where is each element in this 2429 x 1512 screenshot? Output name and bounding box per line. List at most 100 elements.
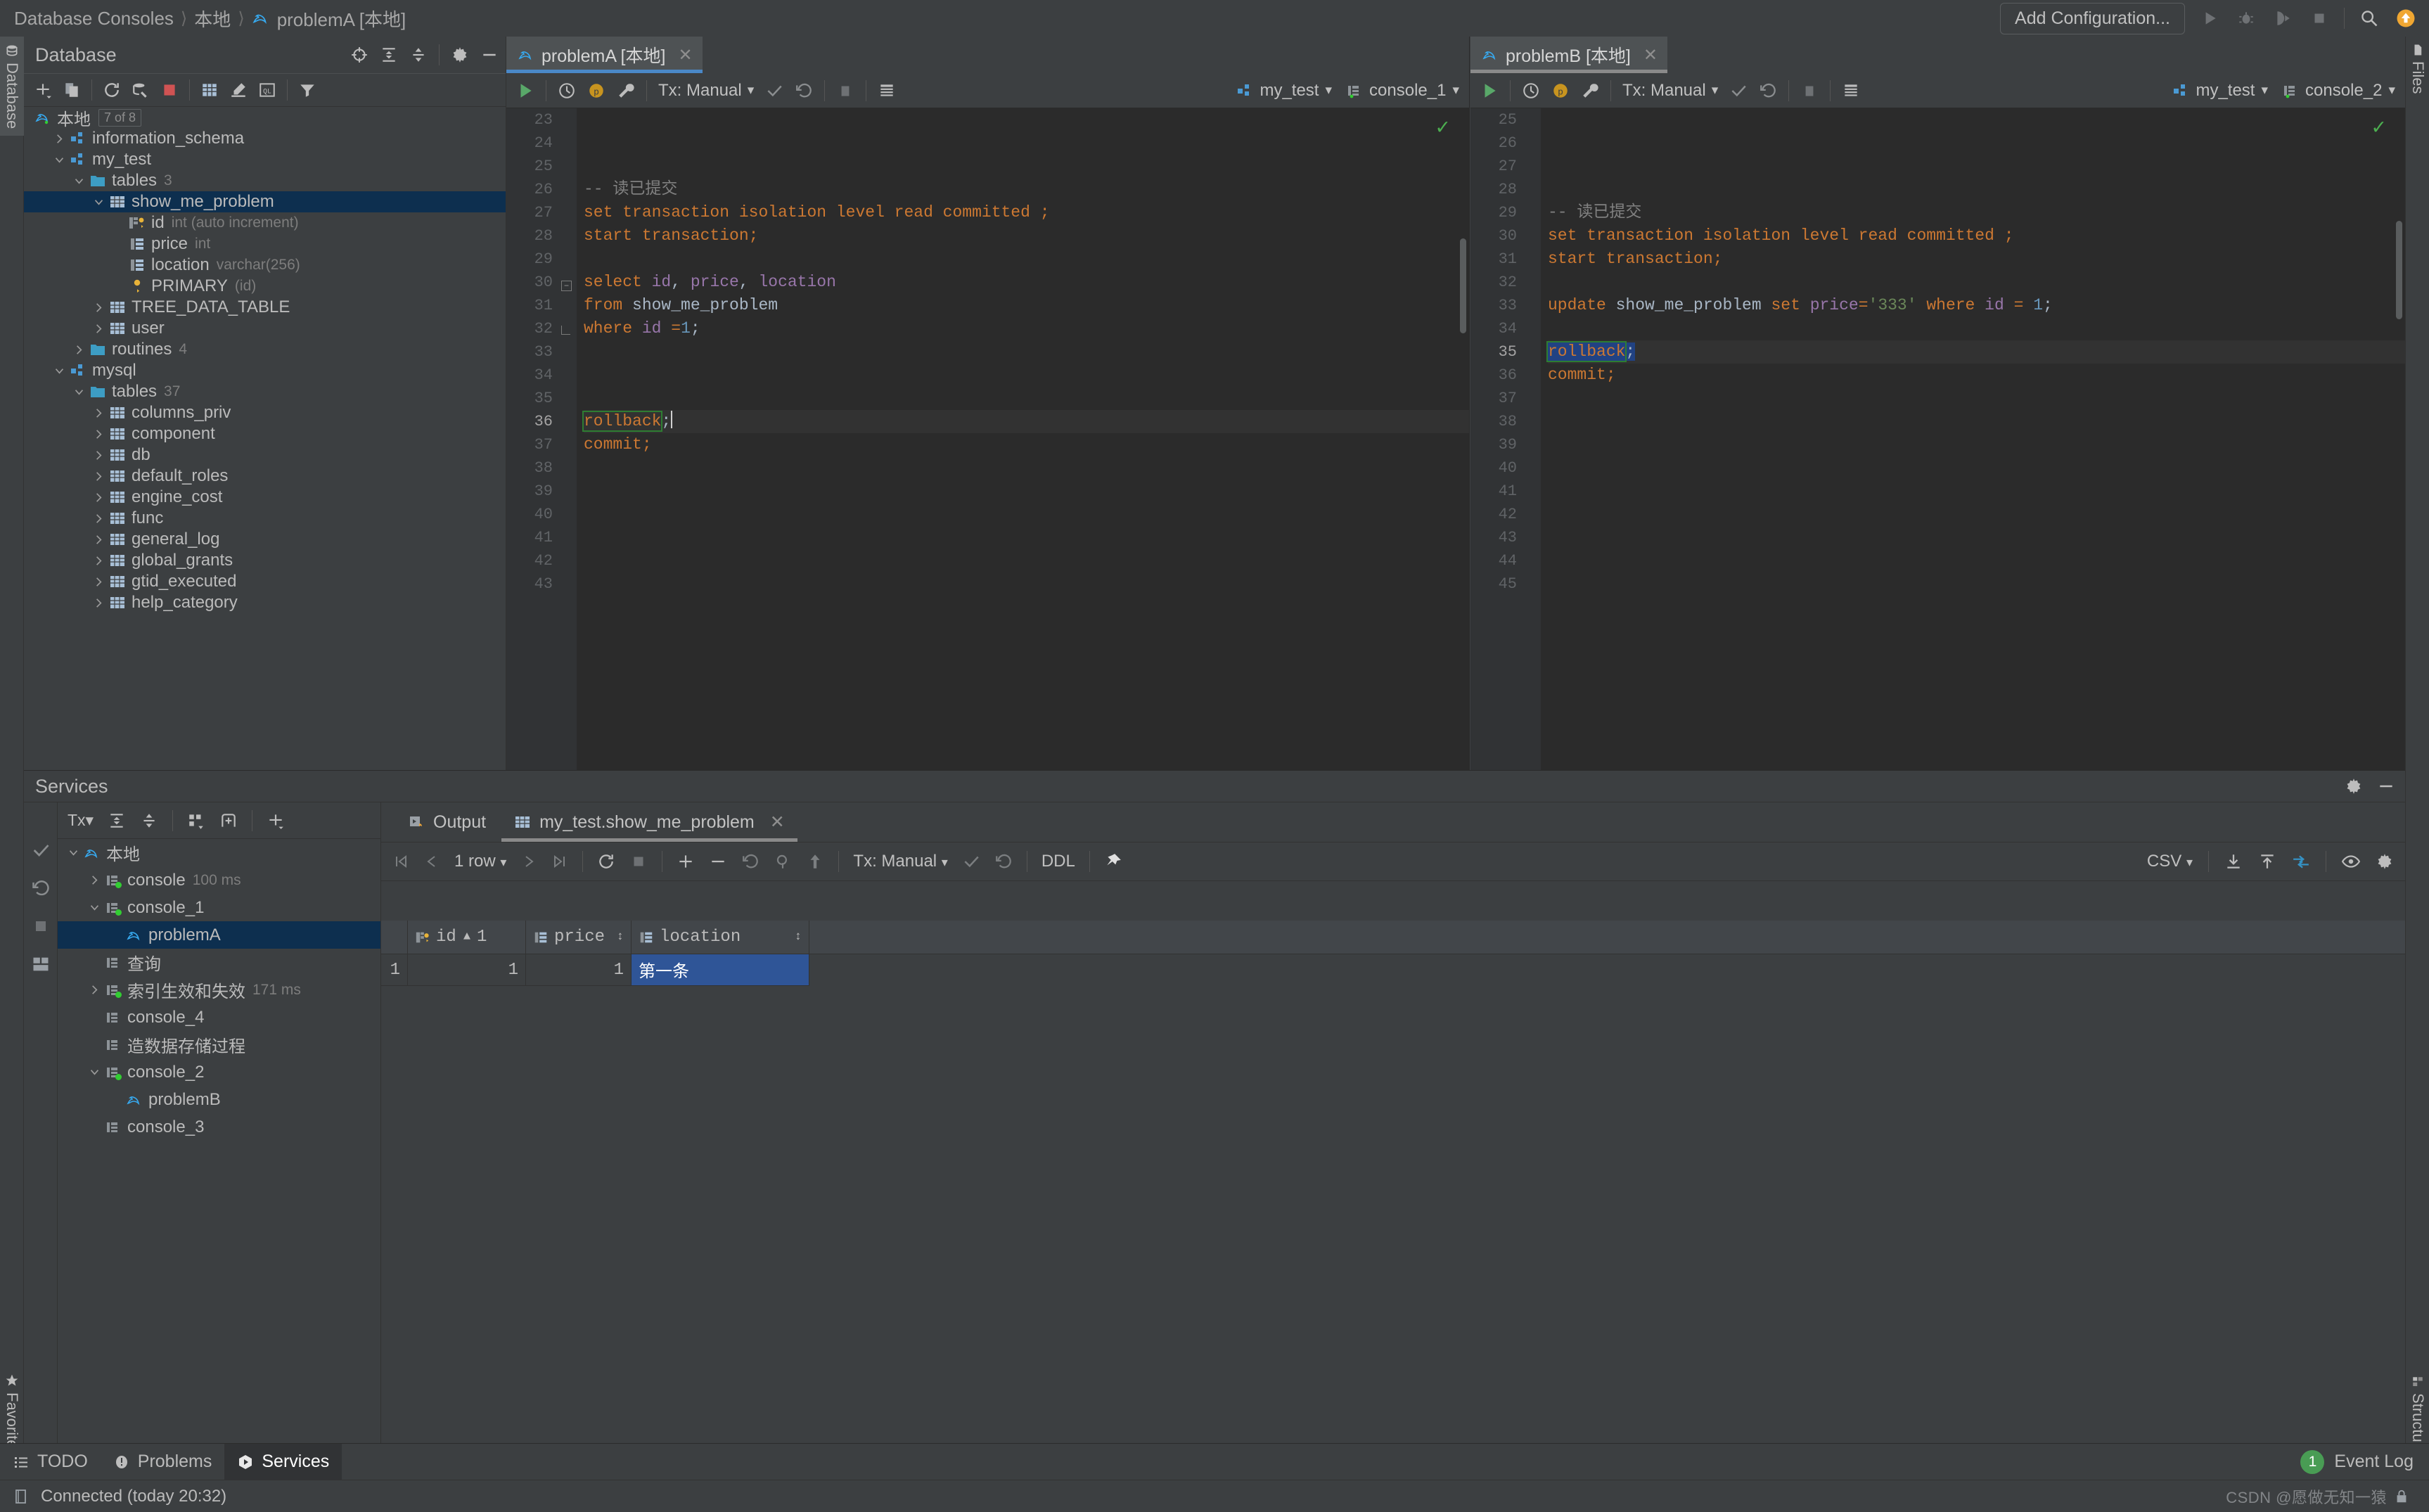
fold-column-right[interactable] [1525,108,1541,770]
services-tree-item---[interactable]: 查询 [58,949,380,976]
fold-column-left[interactable]: − [561,108,577,770]
code-line[interactable] [1548,178,2405,201]
find-icon[interactable] [774,852,792,871]
debug-icon[interactable] [2234,6,2258,30]
db-tree-item-tree_data_table[interactable]: TREE_DATA_TABLE [24,297,506,318]
chevron-right-icon[interactable] [93,555,108,567]
filter-icon[interactable] [298,81,316,99]
code-line[interactable] [1548,480,2405,503]
code-line[interactable]: where id =1; [584,317,1469,340]
code-line[interactable]: set transaction isolation level read com… [584,201,1469,224]
db-tree-item-routines[interactable]: routines4 [24,339,506,360]
commit-icon[interactable] [962,852,980,871]
gear-icon[interactable] [451,46,469,64]
next-page-icon[interactable] [520,853,537,870]
chevron-right-icon[interactable] [93,576,108,588]
code-line[interactable] [1548,387,2405,410]
wrench-icon[interactable] [1581,82,1599,100]
cell-price[interactable]: 1 [526,954,632,986]
download-icon[interactable] [2224,852,2243,871]
code-editor-left[interactable]: 2324252627282930313233343536373839404142… [506,108,1469,770]
code-line[interactable] [584,526,1469,549]
breadcrumb-item-2[interactable]: problemA [本地] [277,6,406,32]
fold-slot[interactable] [561,317,577,340]
add-tab-icon[interactable] [219,812,238,830]
close-icon[interactable]: ✕ [1643,45,1658,65]
code-editor-right[interactable]: 2526272829303132333435363738394041424344… [1470,108,2405,770]
copy-icon[interactable] [63,81,81,99]
commit-icon[interactable] [31,840,51,860]
expand-all-icon[interactable] [108,812,126,830]
transpose-icon[interactable] [2292,852,2310,871]
history-icon[interactable] [558,82,576,100]
hide-panel-icon[interactable] [480,46,499,64]
code-line[interactable] [584,248,1469,271]
table-row[interactable]: 1 1 1 第一条 [381,954,2405,986]
code-line[interactable]: commit; [1548,364,2405,387]
chevron-right-icon[interactable] [89,984,104,996]
grid-col-header-location[interactable]: location ↕ [632,921,809,954]
services-tree[interactable]: 本地console100 msconsole_1problemA查询索引生效和失… [58,839,380,1463]
new-console-icon[interactable] [267,812,285,830]
output-options-icon[interactable] [1842,82,1860,100]
db-tree-root[interactable]: 本地 7 of 8 [24,107,506,128]
chevron-down-icon[interactable] [89,902,104,914]
tx-mode-selector-left[interactable]: Tx: Manual ▾ [658,81,754,101]
sort-none-icon[interactable]: ↕ [617,930,624,944]
code-line[interactable] [584,364,1469,387]
db-tree-item-user[interactable]: user [24,318,506,339]
parameters-icon[interactable]: p [587,82,605,100]
rollback-icon[interactable] [994,852,1013,871]
close-icon[interactable]: ✕ [678,45,692,65]
lock-icon[interactable] [2394,1488,2409,1505]
db-tree-item-component[interactable]: component [24,423,506,444]
chevron-down-icon[interactable] [73,386,89,398]
stop-icon[interactable] [160,81,179,99]
commit-icon[interactable] [765,82,783,100]
db-tree-item-location[interactable]: locationvarchar(256) [24,255,506,276]
execute-icon[interactable] [1480,82,1499,100]
add-row-icon[interactable] [677,852,695,871]
code-line[interactable]: from show_me_problem [584,294,1469,317]
tx-mode-selector-right[interactable]: Tx: Manual ▾ [1622,81,1718,101]
export-format-selector[interactable]: CSV ▾ [2147,852,2193,871]
chevron-right-icon[interactable] [93,449,108,461]
code-line[interactable] [584,340,1469,364]
db-tree-item-columns_priv[interactable]: columns_priv [24,402,506,423]
grid-col-header-price[interactable]: price ↕ [526,921,632,954]
db-tree-item-tables[interactable]: tables37 [24,381,506,402]
breadcrumb-item-1[interactable]: 本地 [194,6,231,32]
table-icon[interactable] [200,81,219,99]
db-tree-item-id[interactable]: idint (auto increment) [24,212,506,233]
parameters-icon[interactable]: p [1551,82,1570,100]
first-page-icon[interactable] [392,853,409,870]
db-tree-item-mysql[interactable]: mysql [24,360,506,381]
chevron-down-icon[interactable] [53,365,69,377]
code-line[interactable] [584,132,1469,155]
rail-tab-database[interactable]: Database [0,37,24,136]
code-line[interactable] [584,503,1469,526]
update-icon[interactable] [2394,6,2418,30]
upload-icon[interactable] [2258,852,2276,871]
event-log-label[interactable]: Event Log [2334,1452,2414,1472]
db-tree-item-help_category[interactable]: help_category [24,592,506,613]
db-tree-item-engine_cost[interactable]: engine_cost [24,487,506,508]
code-line[interactable] [1548,456,2405,480]
delete-row-icon[interactable] [709,852,727,871]
code-line[interactable] [584,456,1469,480]
tx-icon[interactable]: Tx▾ [68,811,94,830]
db-tree-item-price[interactable]: priceint [24,233,506,255]
code-line[interactable]: rollback; [584,410,1469,433]
code-line[interactable] [584,480,1469,503]
ddl-button[interactable]: DDL [1042,852,1075,871]
chevron-right-icon[interactable] [93,534,108,546]
db-tree-item-gtid_executed[interactable]: gtid_executed [24,571,506,592]
query-console-icon[interactable]: QL [258,81,276,99]
add-datasource-icon[interactable] [34,81,52,99]
rollback-icon[interactable] [31,878,51,898]
code-line[interactable] [1548,549,2405,572]
chevron-right-icon[interactable] [93,302,108,314]
group-icon[interactable] [187,812,205,830]
run-icon[interactable] [2198,6,2222,30]
chevron-down-icon[interactable] [53,154,69,166]
